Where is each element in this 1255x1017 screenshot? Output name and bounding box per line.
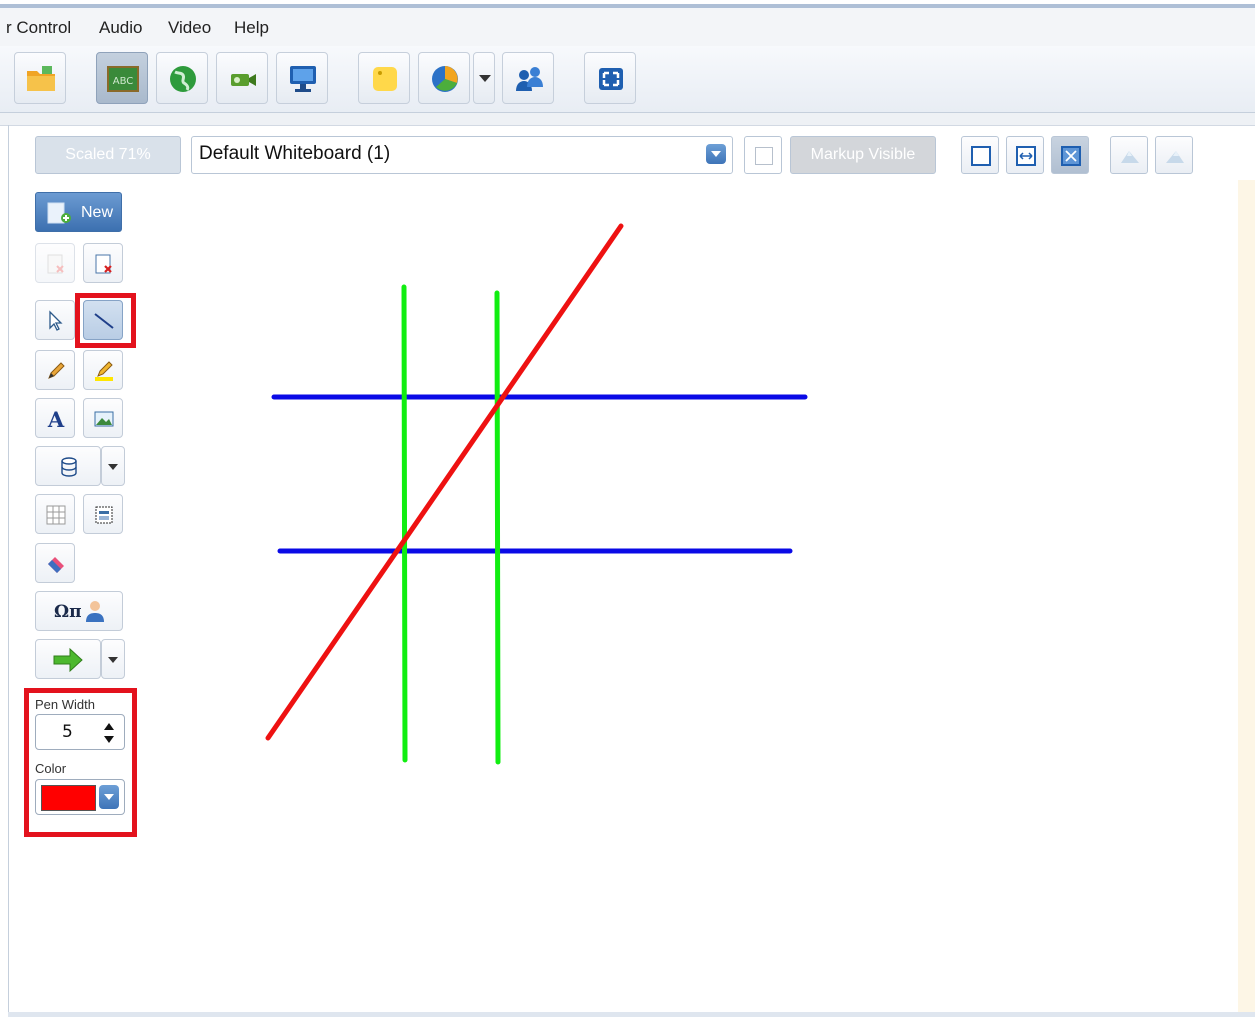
green-vertical-stroke[interactable] — [401, 284, 408, 763]
whiteboard-canvas[interactable] — [0, 0, 1255, 1017]
green-vertical-stroke[interactable] — [494, 290, 501, 765]
red-diagonal-stroke[interactable] — [265, 223, 624, 741]
